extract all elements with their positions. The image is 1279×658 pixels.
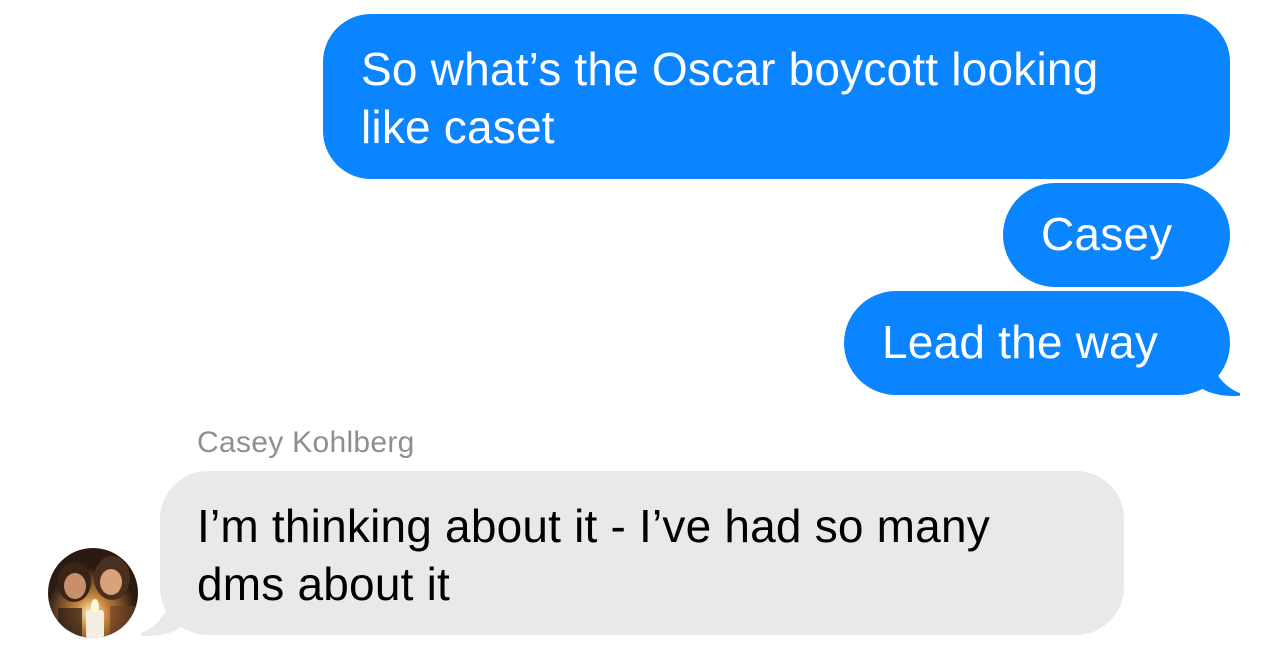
contact-photo-icon [48,548,138,638]
incoming-message-bubble[interactable]: I’m thinking about it - I’ve had so many… [160,471,1124,635]
sender-name-label: Casey Kohlberg [197,426,415,459]
bubble-tail-icon [1196,352,1240,396]
outgoing-message-bubble[interactable]: Casey [1003,183,1230,287]
avatar[interactable] [48,548,138,638]
message-thread: So what’s the Oscar boycott looking like… [0,0,1279,658]
outgoing-message-bubble[interactable]: So what’s the Oscar boycott looking like… [323,14,1230,179]
outgoing-message-bubble[interactable]: Lead the way [844,291,1230,395]
